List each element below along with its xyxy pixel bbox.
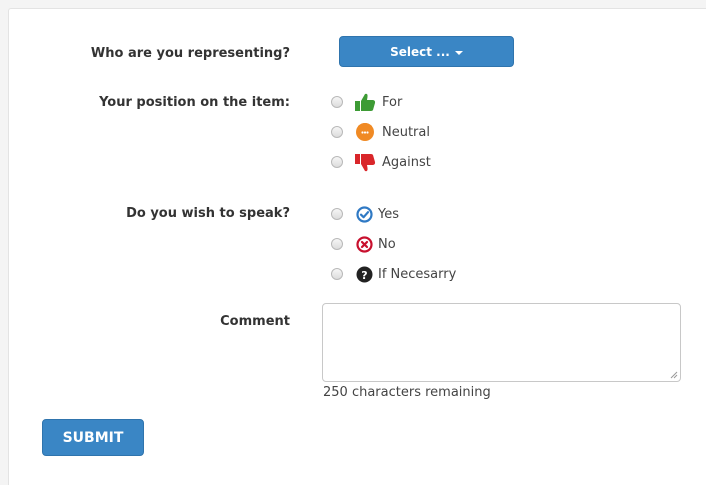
x-circle-icon [354, 234, 374, 254]
position-for-label: For [382, 94, 403, 110]
thumbs-up-icon [354, 92, 376, 112]
position-option-for[interactable]: For [331, 92, 402, 112]
resize-handle-icon[interactable] [669, 370, 678, 379]
comment-label: Comment [220, 314, 290, 329]
position-against-label: Against [382, 154, 431, 170]
speak-yes-radio[interactable] [331, 208, 343, 220]
speak-label: Do you wish to speak? [126, 206, 290, 221]
speak-yes-label: Yes [378, 206, 399, 222]
check-circle-icon [354, 204, 374, 224]
position-option-neutral[interactable]: Neutral [331, 122, 430, 142]
speak-no-label: No [378, 236, 396, 252]
speak-option-no[interactable]: No [331, 234, 396, 254]
speak-option-yes[interactable]: Yes [331, 204, 399, 224]
representing-select-button[interactable]: Select ... [339, 36, 514, 67]
representing-label: Who are you representing? [90, 46, 290, 61]
submit-button[interactable]: SUBMIT [42, 419, 144, 456]
caret-down-icon [454, 50, 463, 55]
position-neutral-label: Neutral [382, 124, 430, 140]
question-circle-icon: ? [354, 264, 374, 284]
speak-if-necessary-label: If Necesarry [378, 266, 457, 282]
position-for-radio[interactable] [331, 96, 343, 108]
comment-textarea[interactable] [322, 303, 681, 382]
position-option-against[interactable]: Against [331, 152, 431, 172]
neutral-face-icon [354, 122, 376, 142]
characters-remaining: 250 characters remaining [323, 385, 491, 400]
speak-no-radio[interactable] [331, 238, 343, 250]
position-against-radio[interactable] [331, 156, 343, 168]
svg-text:?: ? [361, 268, 367, 281]
thumbs-down-icon [354, 152, 376, 172]
speak-if-necessary-radio[interactable] [331, 268, 343, 280]
position-neutral-radio[interactable] [331, 126, 343, 138]
select-button-label: Select ... [390, 44, 450, 59]
position-label: Your position on the item: [99, 95, 290, 110]
speak-option-if-necessary[interactable]: ? If Necesarry [331, 264, 456, 284]
